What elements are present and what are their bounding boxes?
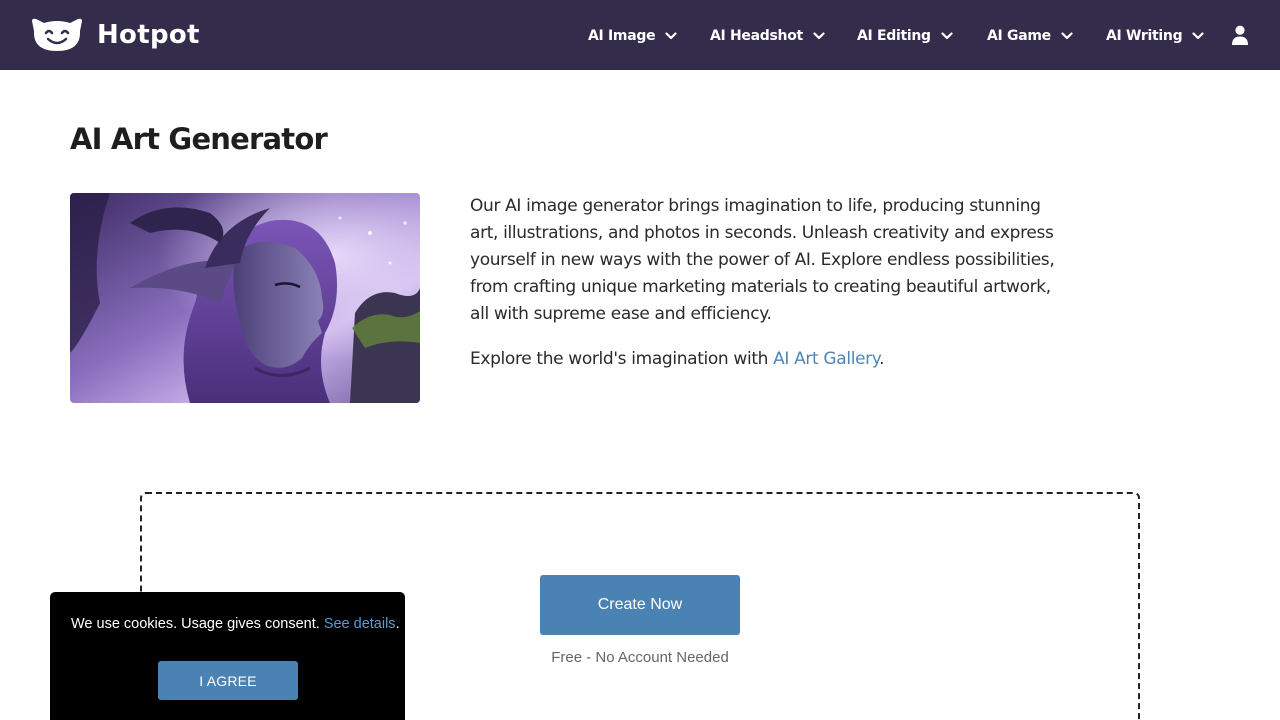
nav-ai-game[interactable]: AI Game [987,25,1073,47]
intro-text: Our AI image generator brings imaginatio… [470,193,1070,373]
gallery-suffix: . [879,349,885,369]
brand-name: Hotpot [97,20,200,50]
user-icon[interactable] [1231,25,1249,45]
chevron-down-icon [941,32,953,40]
nav-ai-writing[interactable]: AI Writing [1106,25,1204,47]
gallery-line: Explore the world's imagination with AI … [470,346,1070,373]
cookie-banner: We use cookies. Usage gives consent. See… [50,592,405,720]
nav-ai-editing[interactable]: AI Editing [857,25,953,47]
i-agree-button[interactable]: I AGREE [158,661,298,700]
page-title: AI Art Generator [70,122,328,156]
cookie-message: We use cookies. Usage gives consent. See… [71,616,400,632]
nav-label: AI Image [588,28,656,44]
cookie-text: We use cookies. Usage gives consent. [71,616,324,632]
chevron-down-icon [1061,32,1073,40]
intro-paragraph: Our AI image generator brings imaginatio… [470,196,1055,324]
hotpot-logo-icon [32,18,82,51]
nav-label: AI Headshot [710,28,803,44]
ai-art-gallery-link[interactable]: AI Art Gallery [773,349,879,369]
nav-label: AI Game [987,28,1051,44]
see-details-link[interactable]: See details [324,616,396,632]
nav-label: AI Writing [1106,28,1183,44]
chevron-down-icon [813,32,825,40]
brand-logo-link[interactable]: Hotpot [30,14,200,56]
create-now-button[interactable]: Create Now [540,575,740,635]
gallery-prefix: Explore the world's imagination with [470,349,774,369]
chevron-down-icon [665,32,677,40]
top-navbar: Hotpot AI Image AI Headshot AI Editing A… [0,0,1280,70]
nav-ai-image[interactable]: AI Image [588,25,677,47]
hero-image [70,193,420,403]
create-subtext: Free - No Account Needed [551,649,729,666]
chevron-down-icon [1192,32,1204,40]
cookie-suffix: . [395,616,400,632]
nav-ai-headshot[interactable]: AI Headshot [710,25,825,47]
nav-label: AI Editing [857,28,931,44]
